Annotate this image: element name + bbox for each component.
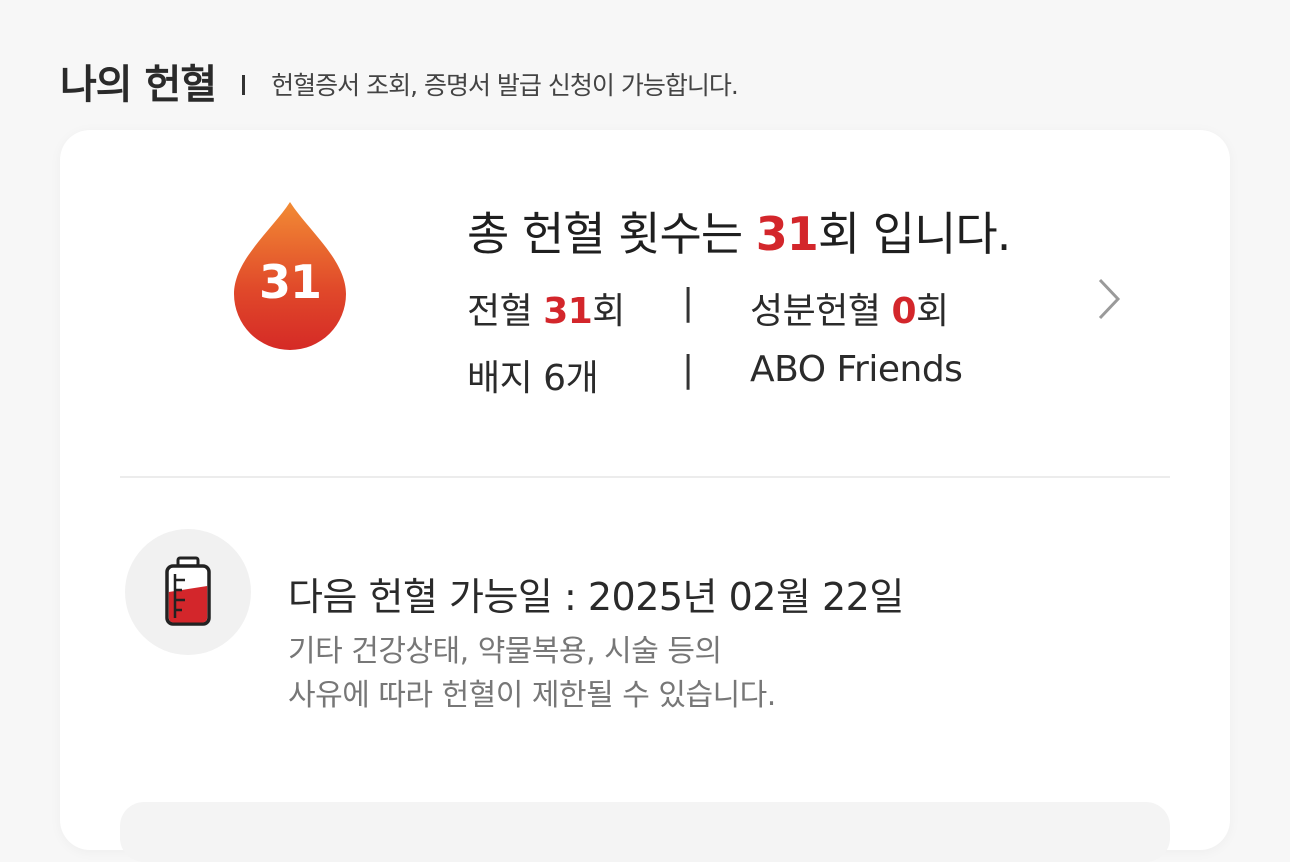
donation-card: 31 총 헌혈 횟수는 31회 입니다. 전혈 31회 | 성분헌혈 0회 배지… bbox=[60, 130, 1230, 862]
drop-count: 31 bbox=[258, 255, 322, 309]
badge-count: 배지 6개 bbox=[467, 358, 599, 399]
group-name: ABO Friends bbox=[750, 349, 963, 390]
whole-blood-label: 전혈 bbox=[467, 291, 544, 332]
total-donations-text: 총 헌혈 횟수는 31회 입니다. bbox=[467, 198, 1012, 264]
total-prefix: 총 헌혈 횟수는 bbox=[467, 207, 756, 261]
page-header: 나의 헌혈 헌혈증서 조회, 증명서 발급 신청이 가능합니다. bbox=[60, 52, 739, 110]
apheresis-count: 0 bbox=[891, 291, 916, 332]
total-suffix: 회 입니다. bbox=[817, 207, 1012, 261]
total-count: 31 bbox=[755, 207, 819, 261]
chevron-right-icon[interactable] bbox=[1096, 276, 1122, 322]
notice-line: 사유에 따라 헌혈이 제한될 수 있습니다. bbox=[288, 678, 776, 713]
notice-line: 기타 건강상태, 약물복용, 시술 등의 bbox=[288, 634, 722, 669]
whole-blood-stat: 전혈 31회 bbox=[467, 282, 625, 334]
apheresis-label: 성분헌혈 bbox=[750, 291, 892, 332]
page-description: 헌혈증서 조회, 증명서 발급 신청이 가능합니다. bbox=[271, 71, 739, 100]
apheresis-unit: 회 bbox=[916, 291, 949, 332]
header-separator bbox=[242, 75, 246, 95]
page-title: 나의 헌혈 bbox=[60, 62, 217, 108]
whole-blood-count: 31 bbox=[543, 291, 593, 332]
next-donation-date: 다음 헌혈 가능일 : 2025년 02월 22일 bbox=[288, 575, 904, 619]
donation-notice: 기타 건강상태, 약물복용, 시술 등의 사유에 따라 헌혈이 제한될 수 있습… bbox=[288, 630, 776, 718]
blood-drop-icon: 31 bbox=[232, 200, 348, 352]
blood-bag-icon bbox=[125, 529, 251, 655]
next-section-block bbox=[120, 802, 1170, 862]
row-separator: | bbox=[682, 349, 694, 390]
row-separator: | bbox=[682, 282, 694, 323]
apheresis-stat: 성분헌혈 0회 bbox=[750, 282, 949, 334]
donation-summary-link[interactable]: 31 총 헌혈 횟수는 31회 입니다. 전혈 31회 | 성분헌혈 0회 배지… bbox=[60, 130, 1230, 476]
whole-blood-unit: 회 bbox=[592, 291, 625, 332]
section-divider bbox=[120, 476, 1170, 478]
